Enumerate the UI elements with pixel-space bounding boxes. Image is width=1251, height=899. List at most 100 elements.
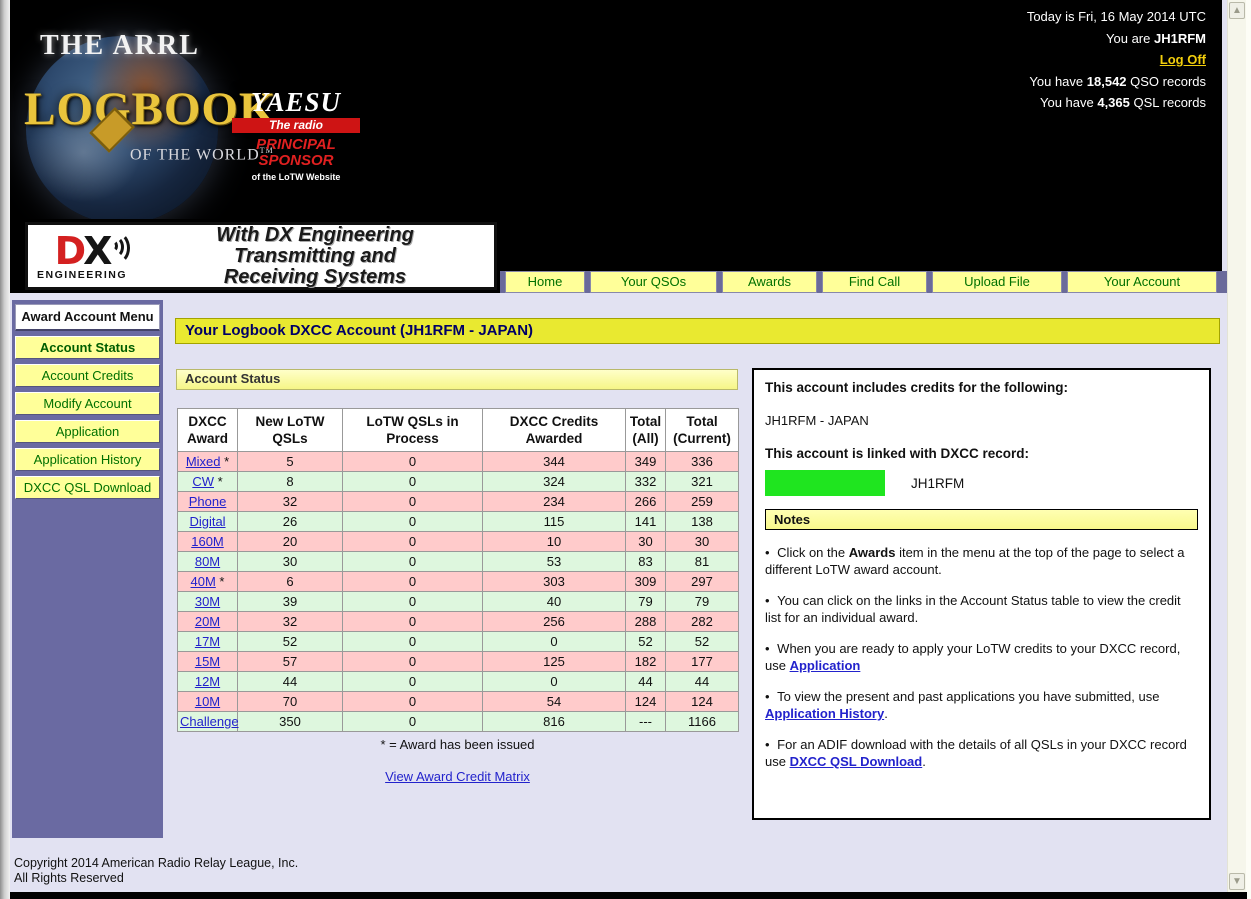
cell-in-process: 0 [343,592,483,612]
cell-total-current: 79 [666,592,739,612]
dx-engineering-banner[interactable]: DX ENGINEERING With DX Engineering Trans… [25,222,497,290]
award-link-digital[interactable]: Digital [189,514,225,529]
tab-awards[interactable]: Awards [722,271,817,293]
cell-in-process: 0 [343,652,483,672]
cell-award: 12M [178,672,238,692]
linked-callsign: JH1RFM [911,476,964,491]
account-status-table: DXCC Award New LoTW QSLs LoTW QSLs in Pr… [177,408,739,732]
issued-asterisk: * [214,474,223,489]
award-link-mixed[interactable]: Mixed [186,454,221,469]
note-item: • For an ADIF download with the details … [765,736,1198,770]
account-status-section-header: Account Status [176,369,738,390]
cell-award: 160M [178,532,238,552]
note-text: . [922,754,926,769]
tab-your-account[interactable]: Your Account [1067,271,1217,293]
qsl-count-line: You have 4,365 QSL records [1027,92,1206,114]
sidebar-item-account-status[interactable]: Account Status [15,336,160,359]
account-status-table-body: Mixed *50344349336CW *80324332321Phone32… [178,452,739,732]
sidebar-item-application[interactable]: Application [15,420,160,443]
you-are-line: You are JH1RFM [1027,28,1206,50]
table-row: 17M52005252 [178,632,739,652]
cell-new-qsls: 6 [238,572,343,592]
dx-engineering-logo: DX ENGINEERING [28,232,136,281]
cell-credits: 324 [483,472,626,492]
table-row: 160M200103030 [178,532,739,552]
note-text: To view the present and past application… [777,689,1159,704]
cell-in-process: 0 [343,552,483,572]
note-link-dxcc-qsl-download[interactable]: DXCC QSL Download [790,754,923,769]
cell-in-process: 0 [343,672,483,692]
award-link-17m[interactable]: 17M [195,634,220,649]
table-row: 15M570125182177 [178,652,739,672]
sidebar-item-dxcc-qsl-download[interactable]: DXCC QSL Download [15,476,160,499]
view-award-credit-matrix-link[interactable]: View Award Credit Matrix [385,769,530,784]
cell-new-qsls: 20 [238,532,343,552]
copyright-footer: Copyright 2014 American Radio Relay Leag… [14,856,298,886]
cell-award: 17M [178,632,238,652]
site-header: THE ARRL LOGBOOK OF THE WORLDTM YAESU Th… [10,0,1222,293]
col-new-lotw-qsls: New LoTW QSLs [238,409,343,452]
cell-award: 20M [178,612,238,632]
cell-total-all: 309 [626,572,666,592]
note-item: • When you are ready to apply your LoTW … [765,640,1198,674]
cell-total-all: 266 [626,492,666,512]
award-link-80m[interactable]: 80M [195,554,220,569]
cell-award: 15M [178,652,238,672]
cell-award: Challenge [178,712,238,732]
cell-new-qsls: 8 [238,472,343,492]
linked-record-row: JH1RFM [765,470,1198,496]
cell-total-all: 141 [626,512,666,532]
table-row: 40M *60303309297 [178,572,739,592]
yaesu-wordmark: YAESU [232,88,360,116]
sidebar-item-account-credits[interactable]: Account Credits [15,364,160,387]
award-link-12m[interactable]: 12M [195,674,220,689]
note-link-application[interactable]: Application [790,658,861,673]
scroll-down-button[interactable]: ▼ [1229,873,1245,890]
notes-header: Notes [765,509,1198,530]
user-info-block: Today is Fri, 16 May 2014 UTC You are JH… [1027,6,1206,114]
log-off-link[interactable]: Log Off [1160,52,1206,67]
award-link-15m[interactable]: 15M [195,654,220,669]
cell-total-all: 44 [626,672,666,692]
note-link-application-history[interactable]: Application History [765,706,884,721]
radio-wave-icon [104,232,130,264]
sidebar-title: Award Account Menu [15,304,160,331]
sidebar-item-application-history[interactable]: Application History [15,448,160,471]
cell-credits: 816 [483,712,626,732]
award-link-challenge[interactable]: Challenge [180,714,239,729]
credits-heading: This account includes credits for the fo… [765,380,1198,395]
bottom-black-bar [10,892,1247,899]
cell-credits: 234 [483,492,626,512]
cell-new-qsls: 57 [238,652,343,672]
cell-total-current: 336 [666,452,739,472]
cell-credits: 0 [483,672,626,692]
cell-new-qsls: 44 [238,672,343,692]
award-link-40m[interactable]: 40M [191,574,216,589]
award-link-phone[interactable]: Phone [189,494,227,509]
cell-total-current: 282 [666,612,739,632]
award-link-160m[interactable]: 160M [191,534,224,549]
sponsor-subtext: of the LoTW Website [232,172,360,182]
cell-award: Digital [178,512,238,532]
tab-find-call[interactable]: Find Call [822,271,927,293]
table-row: 12M44004444 [178,672,739,692]
bullet-icon: • [765,593,773,608]
tab-upload-file[interactable]: Upload File [932,271,1062,293]
table-row: 30M390407979 [178,592,739,612]
table-footnote: * = Award has been issued [177,737,738,752]
award-link-20m[interactable]: 20M [195,614,220,629]
award-link-10m[interactable]: 10M [195,694,220,709]
scroll-up-button[interactable]: ▲ [1229,2,1245,19]
page-title: Your Logbook DXCC Account (JH1RFM - JAPA… [175,318,1220,344]
award-link-30m[interactable]: 30M [195,594,220,609]
note-text: Click on the [777,545,849,560]
col-total-current: Total (Current) [666,409,739,452]
scrollbar[interactable]: ▲ ▼ [1227,0,1246,892]
cell-credits: 256 [483,612,626,632]
cell-total-current: 124 [666,692,739,712]
award-link-cw[interactable]: CW [192,474,214,489]
tab-home[interactable]: Home [505,271,585,293]
tab-your-qsos[interactable]: Your QSOs [590,271,717,293]
col-credits-awarded: DXCC Credits Awarded [483,409,626,452]
sidebar-item-modify-account[interactable]: Modify Account [15,392,160,415]
